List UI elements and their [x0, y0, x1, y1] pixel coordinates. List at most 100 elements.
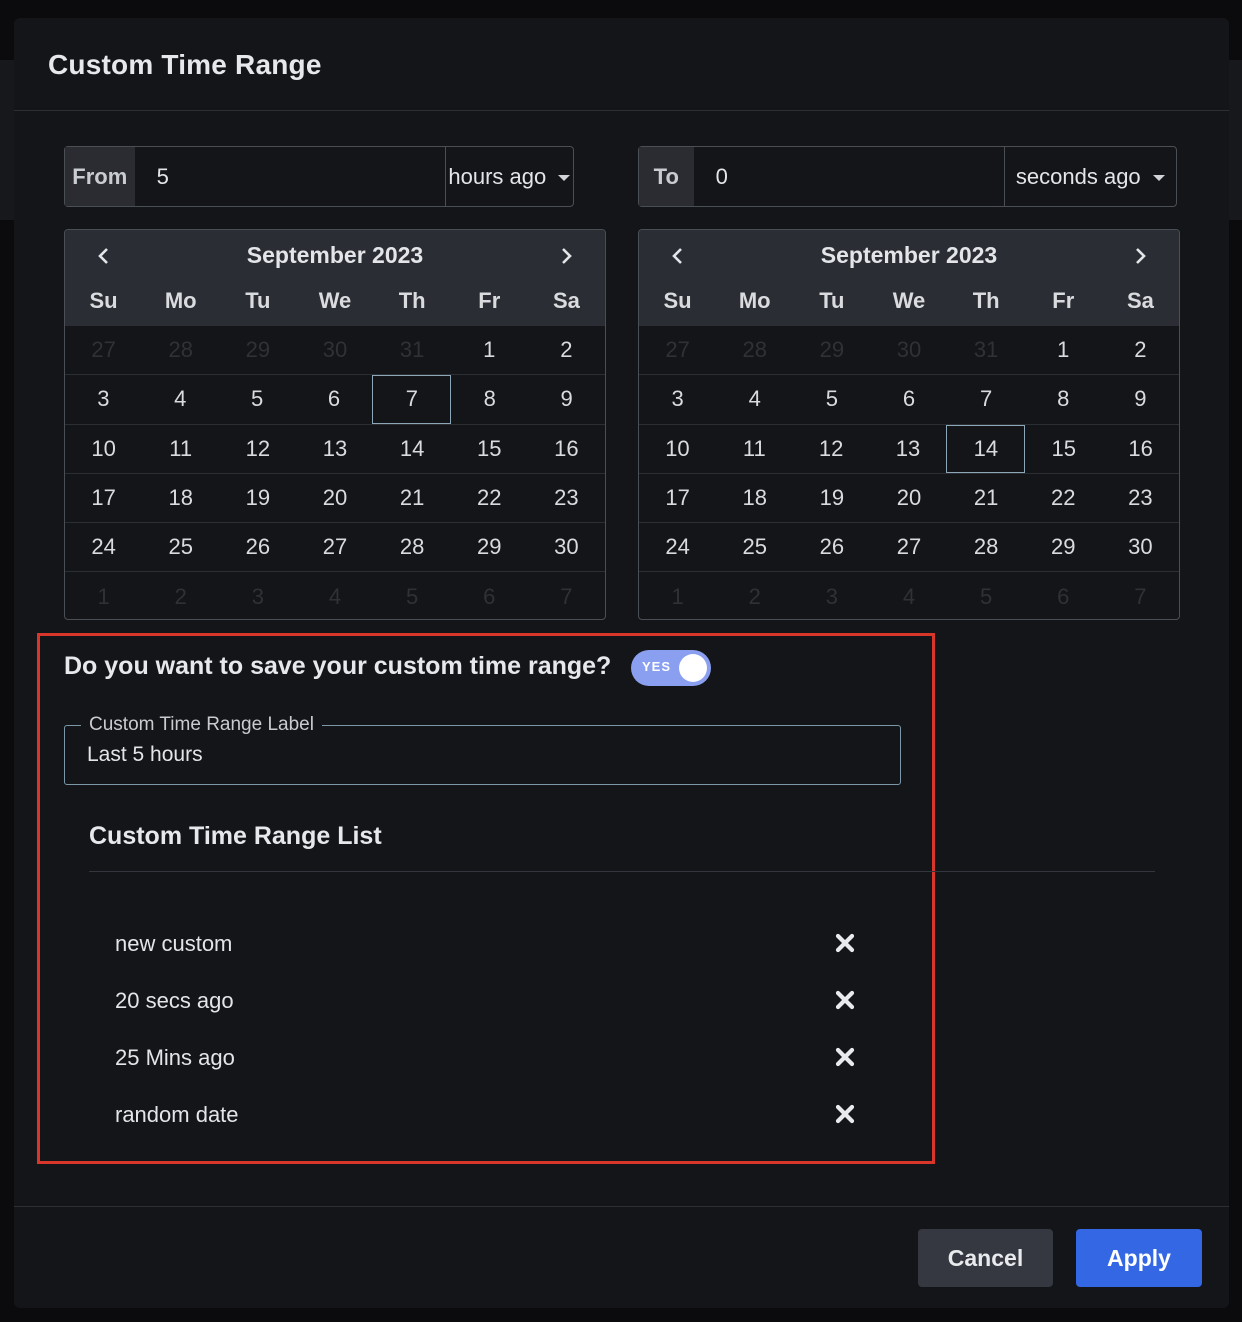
calendar-day[interactable]: 15	[451, 425, 528, 473]
saved-range-item: random date	[115, 1102, 875, 1142]
calendar-day[interactable]: 2	[1102, 326, 1179, 374]
calendar-day[interactable]: 4	[142, 375, 219, 423]
calendar-day-outside-month: 30	[896, 337, 922, 363]
calendar-day[interactable]: 20	[870, 474, 947, 522]
saved-range-label[interactable]: random date	[115, 1102, 239, 1128]
to-calendar: September 2023 Su Mo Tu We Th Fr Sa 27 28 29 30 31…	[638, 229, 1180, 620]
from-value-input[interactable]	[134, 147, 445, 206]
calendar-day[interactable]: 9	[528, 375, 605, 423]
calendar-day[interactable]: 18	[716, 474, 793, 522]
calendar-day[interactable]: 4	[716, 375, 793, 423]
caret-down-icon	[558, 174, 571, 181]
calendar-day[interactable]: 2	[528, 326, 605, 374]
calendar-day[interactable]: 23	[528, 474, 605, 522]
to-unit-select[interactable]: seconds ago	[1003, 147, 1176, 206]
calendar-day[interactable]: 26	[219, 523, 296, 571]
calendar-day[interactable]: 10	[639, 425, 716, 473]
calendar-day[interactable]: 19	[793, 474, 870, 522]
calendar-day[interactable]: 14	[374, 425, 451, 473]
calendar-day[interactable]: 18	[142, 474, 219, 522]
custom-label-input[interactable]	[87, 726, 867, 784]
calendar-day-outside-month: 7	[560, 584, 573, 610]
calendar-day[interactable]: 17	[65, 474, 142, 522]
calendar-day[interactable]: 9	[1102, 375, 1179, 423]
calendar-day[interactable]: 30	[528, 523, 605, 571]
month-label: September 2023	[246, 242, 424, 268]
calendar-day[interactable]: 22	[1025, 474, 1102, 522]
saved-range-item: new custom	[115, 931, 875, 971]
calendar-day[interactable]: 29	[1025, 523, 1102, 571]
calendar-day[interactable]: 7	[948, 375, 1025, 423]
calendar-day[interactable]: 1	[451, 326, 528, 374]
calendar-day[interactable]: 19	[219, 474, 296, 522]
to-value-input[interactable]	[693, 147, 1004, 206]
calendar-day[interactable]: 1	[1025, 326, 1102, 374]
calendar-day[interactable]: 16	[528, 425, 605, 473]
calendar-day[interactable]: 27	[870, 523, 947, 571]
calendar-day[interactable]: 12	[793, 425, 870, 473]
calendar-day[interactable]: 27	[296, 523, 373, 571]
delete-button[interactable]	[833, 1045, 857, 1069]
calendar-day-outside-month: 30	[322, 337, 348, 363]
saved-range-label[interactable]: 20 secs ago	[115, 988, 234, 1014]
calendar-day[interactable]: 23	[1102, 474, 1179, 522]
calendar-day[interactable]: 10	[65, 425, 142, 473]
calendar-day[interactable]: 22	[451, 474, 528, 522]
weekday-label: We	[892, 288, 926, 313]
calendar-day[interactable]: 13	[870, 425, 947, 473]
calendar-day[interactable]: 28	[948, 523, 1025, 571]
calendar-day-outside-month: 3	[251, 584, 264, 610]
caret-down-icon	[1152, 174, 1165, 181]
calendar-day[interactable]: 24	[639, 523, 716, 571]
calendar-day[interactable]: 12	[219, 425, 296, 473]
calendar-day[interactable]: 8	[451, 375, 528, 423]
calendar-day[interactable]: 17	[639, 474, 716, 522]
next-month-button[interactable]	[552, 242, 580, 270]
calendar-day[interactable]: 7	[372, 375, 452, 424]
calendar-day[interactable]: 24	[65, 523, 142, 571]
calendar-day[interactable]: 5	[793, 375, 870, 423]
weekday-label: Fr	[1052, 288, 1075, 313]
calendar-day[interactable]: 26	[793, 523, 870, 571]
calendar-day[interactable]: 21	[948, 474, 1025, 522]
calendar-day[interactable]: 11	[142, 425, 219, 473]
calendar-day[interactable]: 21	[374, 474, 451, 522]
cancel-button[interactable]: Cancel	[918, 1229, 1053, 1287]
calendar-day[interactable]: 5	[219, 375, 296, 423]
weekday-label: Su	[663, 288, 692, 313]
calendar-day[interactable]: 25	[716, 523, 793, 571]
calendar-day[interactable]: 30	[1102, 523, 1179, 571]
calendar-day[interactable]: 28	[374, 523, 451, 571]
calendar-day-outside-month: 1	[671, 584, 684, 610]
from-unit-select[interactable]: hours ago	[444, 147, 573, 206]
calendar-day[interactable]: 15	[1025, 425, 1102, 473]
calendar-day[interactable]: 3	[65, 375, 142, 423]
calendar-day[interactable]: 13	[296, 425, 373, 473]
next-month-button[interactable]	[1126, 242, 1154, 270]
delete-button[interactable]	[833, 988, 857, 1012]
calendar-day[interactable]: 3	[639, 375, 716, 423]
calendar-day[interactable]: 6	[296, 375, 373, 423]
divider	[89, 871, 1155, 872]
calendar-header: September 2023 Su Mo Tu We Th Fr Sa	[65, 230, 605, 326]
calendar-day[interactable]: 25	[142, 523, 219, 571]
calendar-day[interactable]: 8	[1025, 375, 1102, 423]
calendar-day[interactable]: 11	[716, 425, 793, 473]
calendar-day[interactable]: 6	[870, 375, 947, 423]
save-toggle[interactable]: YES	[631, 650, 711, 686]
calendar-day[interactable]: 14	[946, 424, 1026, 473]
calendar-day[interactable]: 29	[451, 523, 528, 571]
calendar-day[interactable]: 16	[1102, 425, 1179, 473]
saved-range-label[interactable]: new custom	[115, 931, 232, 957]
saved-range-label[interactable]: 25 Mins ago	[115, 1045, 235, 1071]
delete-button[interactable]	[833, 1102, 857, 1126]
weekday-label: Mo	[164, 288, 197, 313]
calendar-week-row: 24 25 26 27 28 29 30	[639, 523, 1179, 573]
apply-button[interactable]: Apply	[1076, 1229, 1202, 1287]
month-label: September 2023	[820, 242, 998, 268]
calendar-day[interactable]: 20	[296, 474, 373, 522]
calendar-week-row: 10 11 12 13 14 15 16	[639, 424, 1179, 474]
weekday-label: Mo	[738, 288, 771, 313]
delete-button[interactable]	[833, 931, 857, 955]
calendar-day-outside-month: 31	[973, 337, 999, 363]
